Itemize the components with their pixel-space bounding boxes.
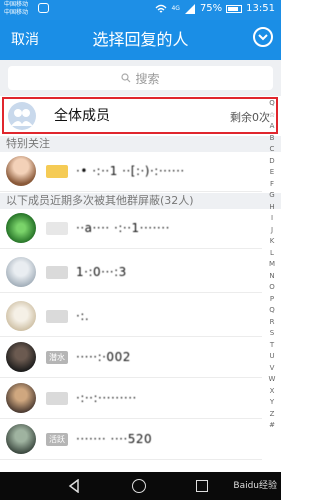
carrier-2: 中国移动: [4, 9, 29, 16]
index-letter[interactable]: C: [270, 144, 275, 156]
member-name: ·····:·002: [76, 350, 131, 364]
search-placeholder: 搜索: [135, 71, 160, 86]
member-name: 1·:0···:3: [76, 265, 127, 279]
network-type: 4G: [171, 5, 180, 12]
avatar: [6, 424, 36, 454]
header: 取消 选择回复的人: [0, 20, 281, 60]
index-letter[interactable]: A: [270, 121, 275, 133]
clock: 13:51: [246, 3, 275, 14]
member-row[interactable]: 潜水 ·····:·002: [0, 338, 262, 378]
member-badge: [46, 266, 68, 279]
all-members-label: 全体成员: [54, 108, 110, 124]
index-letter[interactable]: #: [269, 420, 275, 432]
recent-apps-icon[interactable]: [196, 480, 208, 492]
index-letter[interactable]: P: [270, 294, 274, 306]
index-letter[interactable]: Y: [270, 397, 274, 409]
carrier-1: 中国移动: [4, 1, 29, 8]
dropdown-button[interactable]: [253, 27, 273, 47]
index-letter[interactable]: B: [270, 133, 275, 145]
member-row[interactable]: ·:.: [0, 297, 262, 337]
avatar: [6, 156, 36, 186]
index-letter[interactable]: W: [269, 374, 276, 386]
watermark: Baidu经验: [233, 481, 277, 491]
avatar: [6, 257, 36, 287]
search-input[interactable]: 搜索: [8, 66, 273, 90]
index-letter[interactable]: X: [270, 386, 275, 398]
member-badge: 活跃: [46, 433, 68, 446]
member-name: ·:··:·········: [76, 391, 137, 405]
section-header-special: 特别关注: [0, 136, 281, 152]
wifi-icon: [156, 4, 167, 13]
alphabet-index[interactable]: Q ☆ A B C D E F G H I J K L M N O P Q R S T U V W X Y Z #: [265, 98, 279, 432]
index-letter[interactable]: L: [270, 248, 274, 260]
index-letter[interactable]: R: [270, 317, 275, 329]
member-name: ·:.: [76, 309, 90, 323]
page-title: 选择回复的人: [92, 30, 189, 49]
search-bar: 搜索: [0, 60, 281, 96]
battery-percent: 75%: [199, 3, 223, 14]
index-letter[interactable]: Z: [270, 409, 275, 421]
member-name: ·• ·:··1 ··[:·)·:······: [76, 164, 185, 178]
member-row[interactable]: 活跃 ······· ····520: [0, 420, 262, 460]
member-row[interactable]: ·• ·:··1 ··[:·)·:······: [0, 152, 262, 192]
group-avatar: [8, 102, 36, 130]
member-row[interactable]: ·:··:·········: [0, 379, 262, 419]
member-badge: [46, 222, 68, 235]
status-bar: 中国移动 中国移动 4G 75% 13:51: [0, 0, 281, 20]
index-letter[interactable]: G: [269, 190, 274, 202]
index-letter[interactable]: J: [271, 225, 273, 237]
index-letter[interactable]: V: [270, 363, 275, 375]
navigation-bar: Baidu经验: [0, 472, 281, 500]
member-badge: 潜水: [46, 351, 68, 364]
index-letter[interactable]: E: [270, 167, 274, 179]
index-letter[interactable]: O: [269, 282, 275, 294]
section-header-frequent: 以下成员近期多次被其他群屏蔽(32人): [0, 193, 281, 209]
index-letter[interactable]: K: [270, 236, 275, 248]
member-row[interactable]: 1·:0···:3: [0, 253, 262, 293]
home-icon[interactable]: [132, 479, 146, 493]
index-letter[interactable]: M: [269, 259, 275, 271]
index-letter[interactable]: U: [269, 351, 274, 363]
avatar: [6, 301, 36, 331]
member-badge: [46, 310, 68, 323]
index-letter[interactable]: Q: [269, 98, 275, 110]
index-letter[interactable]: N: [269, 271, 274, 283]
member-badge: [46, 392, 68, 405]
index-letter[interactable]: S: [270, 328, 274, 340]
member-badge: [46, 165, 68, 178]
index-letter[interactable]: ☆: [269, 110, 275, 122]
signal-icon: [184, 4, 195, 14]
index-letter[interactable]: F: [270, 179, 274, 191]
all-members-item[interactable]: 全体成员 剩余0次: [2, 97, 278, 134]
battery-icon: [226, 5, 243, 13]
remaining-count: 剩余0次: [230, 111, 270, 124]
member-name: ······· ····520: [76, 432, 153, 446]
member-row[interactable]: ··a···· ·:··1·······: [0, 209, 262, 249]
message-icon: [38, 3, 49, 13]
avatar: [6, 342, 36, 372]
avatar: [6, 213, 36, 243]
chevron-down-icon: [258, 34, 268, 41]
carrier-info: 中国移动 中国移动: [4, 1, 28, 17]
avatar: [6, 383, 36, 413]
index-letter[interactable]: D: [269, 156, 274, 168]
index-letter[interactable]: Q: [269, 305, 275, 317]
member-name: ··a···· ·:··1·······: [76, 221, 170, 235]
index-letter[interactable]: H: [269, 202, 274, 214]
search-icon: [121, 73, 131, 83]
index-letter[interactable]: T: [270, 340, 274, 352]
index-letter[interactable]: I: [271, 213, 273, 225]
back-icon[interactable]: [68, 479, 80, 493]
